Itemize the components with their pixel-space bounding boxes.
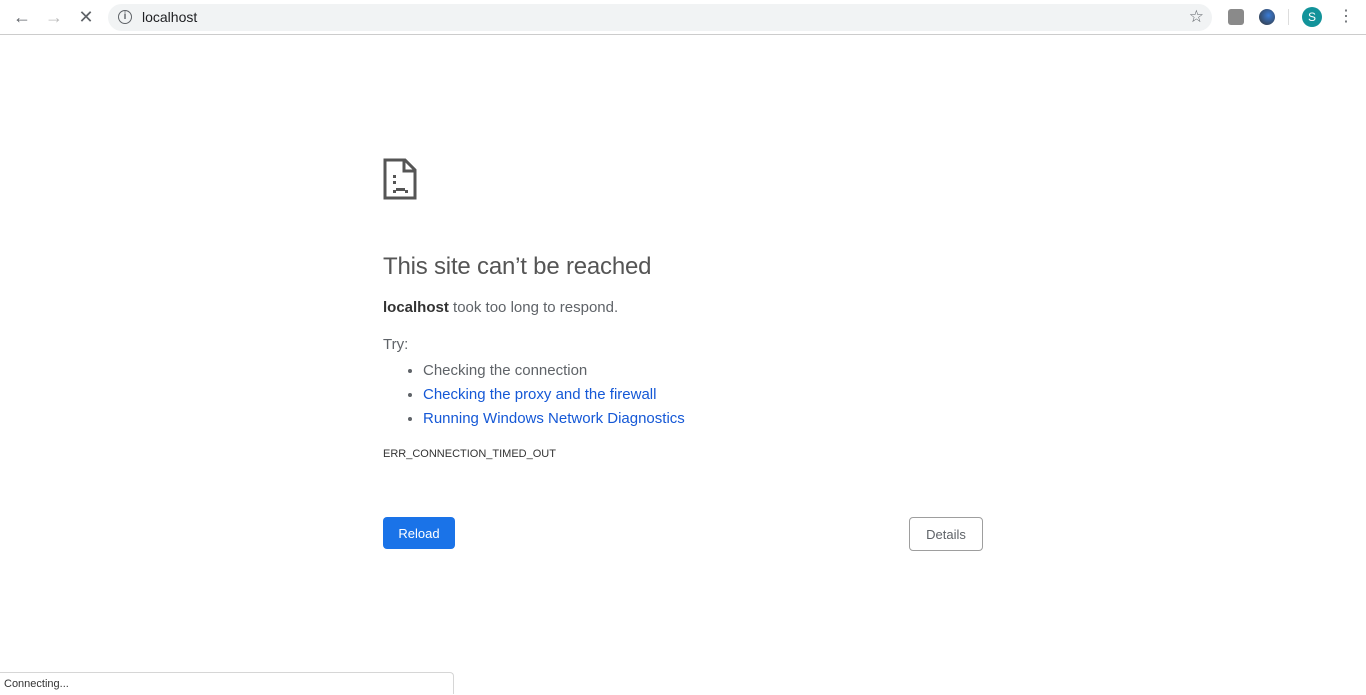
error-message: localhost took too long to respond. [383, 299, 983, 316]
more-menu-icon[interactable]: ⋮ [1338, 7, 1354, 27]
try-label: Try: [383, 336, 409, 353]
divider [1288, 9, 1289, 25]
suggestions-list: Checking the connection Checking the pro… [423, 359, 983, 431]
arrow-right-icon: → [45, 7, 63, 27]
reload-button[interactable]: Reload [383, 517, 455, 549]
error-message-text: took too long to respond. [448, 299, 619, 316]
avatar[interactable]: S [1302, 7, 1322, 27]
close-icon: ✕ [78, 7, 94, 27]
arrow-left-icon: ← [13, 7, 31, 27]
extension-globe-icon[interactable] [1259, 9, 1275, 25]
details-button[interactable]: Details [909, 517, 983, 551]
url-input[interactable] [142, 9, 1142, 25]
suggestion-item: Checking the proxy and the firewall [423, 383, 983, 407]
browser-toolbar: ← → ✕ i ☆ S ⋮ [0, 0, 1366, 35]
error-content: This site can’t be reached localhost too… [383, 158, 983, 460]
star-icon[interactable]: ☆ [1189, 7, 1204, 27]
forward-button[interactable]: → [42, 5, 66, 29]
network-diagnostics-link[interactable]: Running Windows Network Diagnostics [423, 410, 685, 427]
error-code: ERR_CONNECTION_TIMED_OUT [383, 448, 556, 460]
proxy-firewall-link[interactable]: Checking the proxy and the firewall [423, 386, 656, 403]
error-host: localhost [383, 299, 449, 316]
stop-button[interactable]: ✕ [74, 5, 98, 29]
info-icon[interactable]: i [118, 10, 132, 24]
address-bar[interactable]: i ☆ [108, 4, 1212, 31]
suggestion-item: Checking the connection [423, 359, 983, 383]
sad-page-icon [383, 158, 417, 200]
back-button[interactable]: ← [10, 5, 34, 29]
suggestion-item: Running Windows Network Diagnostics [423, 407, 983, 431]
error-title: This site can’t be reached [383, 253, 652, 280]
status-bar: Connecting... [0, 672, 454, 694]
extension-bag-icon[interactable] [1228, 9, 1244, 25]
